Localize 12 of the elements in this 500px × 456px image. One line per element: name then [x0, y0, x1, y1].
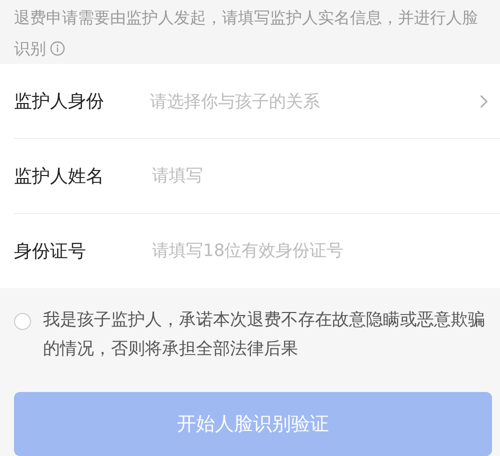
field-label: 监护人身份	[14, 90, 105, 113]
input-field[interactable]: 请填写	[150, 138, 488, 214]
field-label: 身份证号	[14, 240, 87, 263]
chevron-right-icon	[479, 94, 488, 108]
agreement-text: 我是孩子监护人，承诺本次退费不存在故意隐瞒或恶意欺骗的情况，否则将承担全部法律后果	[43, 309, 486, 361]
agreement-radio[interactable]	[14, 313, 31, 330]
notice-text: 退费申请需要由监护人发起，请填写监护人实名信息，并进行人脸识别	[14, 7, 479, 60]
relationship-select[interactable]: 请选择你与孩子的关系	[150, 64, 500, 138]
input-field[interactable]: 请填写18位有效身份证号	[150, 213, 488, 289]
field-label: 监护人姓名	[14, 165, 105, 188]
select-placeholder: 请选择你与孩子的关系	[150, 90, 320, 112]
info-icon[interactable]	[50, 41, 65, 56]
